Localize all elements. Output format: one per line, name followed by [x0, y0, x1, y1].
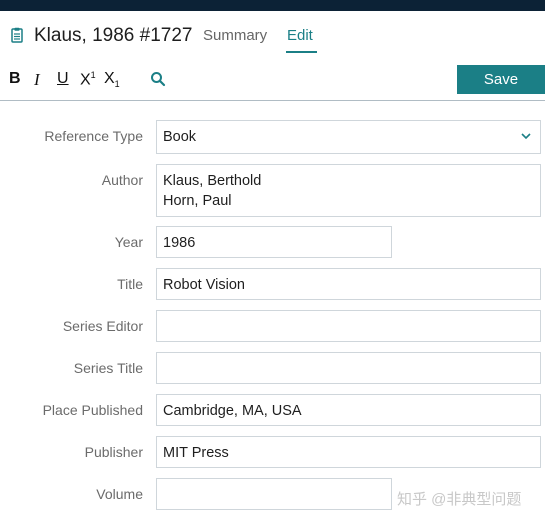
tab-summary[interactable]: Summary	[203, 27, 267, 44]
reference-type-value: Book	[163, 129, 197, 145]
volume-label: Volume	[96, 486, 143, 502]
superscript-base: X	[80, 71, 91, 89]
underline-button[interactable]: U	[57, 70, 69, 88]
reference-type-label: Reference Type	[44, 128, 143, 144]
reference-title: Klaus, 1986 #1727	[34, 25, 193, 46]
place-published-field[interactable]: Cambridge, MA, USA	[156, 394, 541, 426]
format-toolbar: B I U X1 X1 Save	[0, 61, 545, 101]
chevron-down-icon	[521, 133, 531, 140]
publisher-value: MIT Press	[163, 445, 229, 461]
superscript-button[interactable]: X1	[80, 70, 96, 89]
bold-button[interactable]: B	[9, 70, 21, 88]
search-icon[interactable]	[150, 71, 166, 87]
author-label: Author	[101, 172, 143, 188]
series-editor-label: Series Editor	[62, 318, 143, 334]
subscript-button[interactable]: X1	[104, 70, 120, 89]
italic-button[interactable]: I	[34, 70, 40, 90]
tab-edit[interactable]: Edit	[287, 27, 313, 44]
superscript-mark: 1	[90, 70, 96, 80]
publisher-field[interactable]: MIT Press	[156, 436, 541, 468]
reference-header: Klaus, 1986 #1727 Summary Edit	[0, 11, 545, 61]
volume-field[interactable]	[156, 478, 392, 510]
subscript-base: X	[104, 70, 115, 87]
title-label: Title	[117, 276, 143, 292]
active-tab-indicator	[286, 51, 317, 53]
year-value: 1986	[163, 235, 196, 251]
series-title-label: Series Title	[73, 360, 143, 376]
year-field[interactable]: 1986	[156, 226, 392, 258]
title-field[interactable]: Robot Vision	[156, 268, 541, 300]
series-title-field[interactable]	[156, 352, 541, 384]
series-editor-field[interactable]	[156, 310, 541, 342]
author-line-1: Klaus, Berthold	[163, 173, 262, 189]
save-button[interactable]: Save	[457, 65, 545, 94]
clipboard-icon	[11, 27, 23, 43]
author-line-2: Horn, Paul	[163, 193, 232, 209]
place-published-value: Cambridge, MA, USA	[163, 403, 302, 419]
publisher-label: Publisher	[84, 444, 143, 460]
top-bar	[0, 0, 545, 11]
subscript-mark: 1	[114, 79, 120, 90]
reference-type-select[interactable]: Book	[156, 120, 541, 154]
year-label: Year	[114, 234, 143, 250]
watermark-text: 知乎 @非典型问题	[397, 491, 522, 508]
author-field[interactable]: Klaus, Berthold Horn, Paul	[156, 164, 541, 217]
place-published-label: Place Published	[42, 402, 143, 418]
title-value: Robot Vision	[163, 277, 245, 293]
